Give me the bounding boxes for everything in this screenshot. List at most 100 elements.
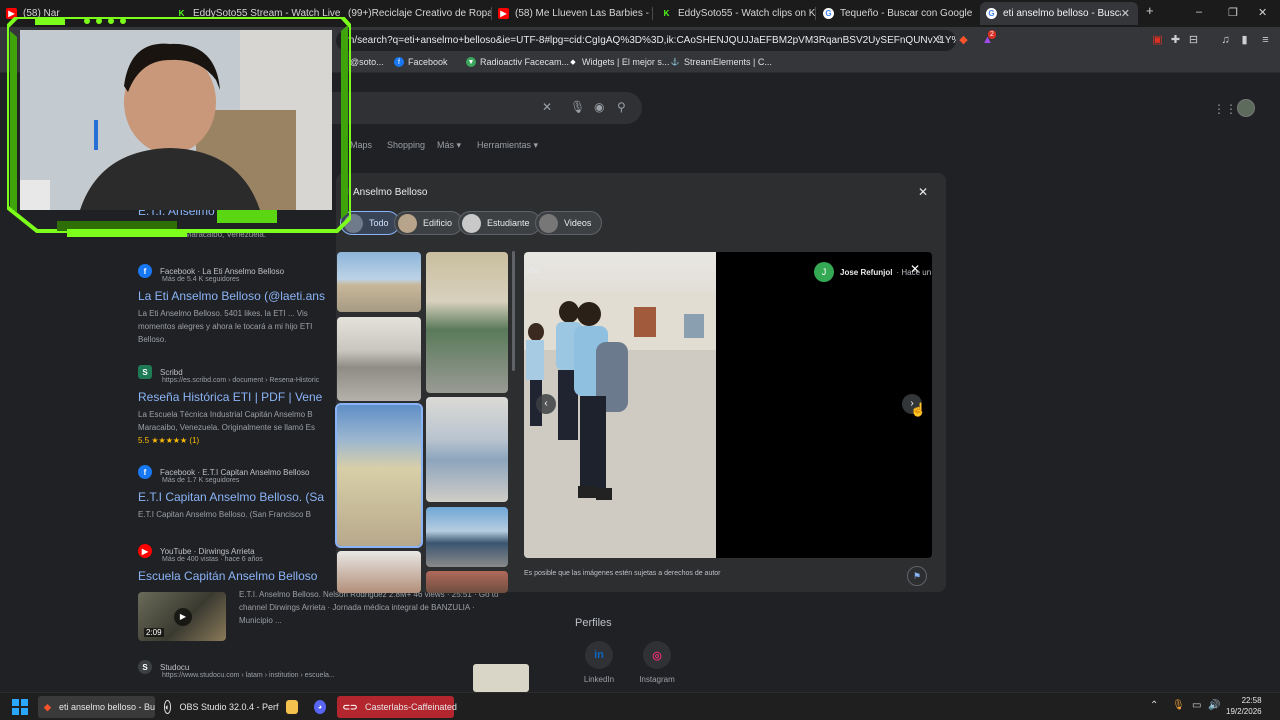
profile-label: Instagram <box>639 675 675 684</box>
taskbar-item-browser[interactable]: ◆ eti anselmo belloso - Bu <box>38 696 155 718</box>
clear-icon[interactable]: ✕ <box>542 100 552 114</box>
result-source-label: Facebook · La Eti Anselmo Belloso <box>160 266 285 276</box>
mic-icon[interactable]: 🎙 <box>570 100 585 114</box>
microphone-icon[interactable]: 🎙 <box>1172 700 1185 711</box>
result-source-sub: https://www.studocu.com › latam › instit… <box>162 672 335 679</box>
chip-avatar <box>539 213 558 233</box>
result-snippet: La Escuela Técnica Industrial Capitán An… <box>138 410 315 432</box>
image-thumbnail-selected[interactable] <box>335 403 423 548</box>
result-title[interactable]: Reseña Histórica ETI | PDF | Vene <box>138 390 328 404</box>
image-thumbnail[interactable] <box>426 571 508 593</box>
folder-icon <box>286 700 298 714</box>
discord-icon: ◕ <box>314 700 326 714</box>
tab-kick-clips[interactable]: K EddySoto55 - Watch clips on Kick <box>655 2 815 25</box>
result-thumbnail[interactable] <box>473 664 529 692</box>
taskbar-item-discord[interactable]: ◕ <box>308 696 334 718</box>
chip-estudiante[interactable]: Estudiante <box>458 211 541 235</box>
windows-taskbar: ◆ eti anselmo belloso - Bu ◐ OBS Studio … <box>0 692 1280 720</box>
taskbar-label: Casterlabs-Caffeinated <box>365 702 457 712</box>
video-duration: 2:09 <box>144 628 164 637</box>
chip-edificio[interactable]: Edificio <box>394 211 464 235</box>
close-tab-icon[interactable]: ✕ <box>1121 7 1130 20</box>
close-window-button[interactable]: ✕ <box>1258 6 1267 19</box>
result-source-label: Facebook · E.T.I Capitan Anselmo Belloso <box>160 467 310 477</box>
result-title[interactable]: La Eti Anselmo Belloso (@laeti.ans <box>138 289 328 303</box>
tab-search-icon[interactable]: ⊟ <box>1186 33 1201 48</box>
obs-icon: ◐ <box>164 700 172 714</box>
menu-icon[interactable]: ≡ <box>1258 33 1273 48</box>
result-source-sub: Más de 1.7 K seguidores <box>162 477 240 484</box>
taskbar-item-obs[interactable]: ◐ OBS Studio 32.0.4 - Perf <box>158 696 279 718</box>
volume-icon[interactable]: 🔊 <box>1208 700 1220 711</box>
taskbar-item-explorer[interactable] <box>280 696 306 718</box>
profiles-heading: Perfiles <box>575 617 612 629</box>
chip-videos[interactable]: Videos <box>535 211 603 235</box>
bookmark-facebook[interactable]: f Facebook <box>394 57 448 67</box>
result-title[interactable]: Escuela Capitán Anselmo Belloso <box>138 569 338 583</box>
image-thumbnail[interactable] <box>337 317 421 401</box>
image-thumbnail[interactable] <box>426 397 508 502</box>
report-flag-button[interactable]: ⚑ <box>907 566 927 586</box>
display-icon[interactable]: ▭ <box>1192 700 1201 711</box>
tab-google-active[interactable]: G eti anselmo belloso - Buscar con ✕ <box>980 2 1138 25</box>
profile-label: LinkedIn <box>583 675 615 684</box>
bookmark-streamelements[interactable]: ⚓ StreamElements | C... <box>670 57 772 67</box>
extensions-puzzle-icon[interactable]: ✚ <box>1168 33 1183 48</box>
chip-label: Estudiante <box>487 218 530 228</box>
result-rating: 5.5 ★★★★★ (1) <box>138 436 200 445</box>
chip-label: Todo <box>369 218 389 228</box>
image-thumbnail[interactable] <box>426 507 508 567</box>
taskbar-item-casterlabs[interactable]: ⊂⊃ Casterlabs-Caffeinated <box>337 696 457 718</box>
filter-tools[interactable]: Herramientas ▾ <box>477 140 538 151</box>
facebook-icon: f <box>394 57 404 67</box>
profile-linkedin[interactable]: in LinkedIn <box>569 641 629 684</box>
apps-grid-icon[interactable]: ⋮⋮ <box>1213 102 1237 116</box>
profile-avatar[interactable] <box>1237 99 1255 117</box>
tray-expand-icon[interactable]: ⌃ <box>1150 700 1158 711</box>
profile-instagram[interactable]: ◎ Instagram <box>627 641 687 684</box>
tab-label: EddySoto55 - Watch clips on Kick <box>678 8 815 19</box>
video-thumbnail[interactable]: ▶ 2:09 <box>138 592 226 641</box>
result-source-label: Studocu <box>160 662 190 672</box>
chip-label: Videos <box>564 218 592 228</box>
filter-shopping[interactable]: Shopping <box>387 140 425 150</box>
search-icon[interactable]: ⚲ <box>617 100 626 114</box>
rewards-badge: 2 <box>988 30 996 39</box>
minimize-button[interactable]: – <box>1196 6 1202 18</box>
tab-youtube-3[interactable]: ▶ (58) Me Llueven Las Barbies - Wood <box>492 2 652 25</box>
sidebar-icon[interactable]: ▮ <box>1237 33 1252 48</box>
copyright-notice: Es posible que las imágenes estén sujeta… <box>524 570 721 577</box>
bookmark-radioactiv[interactable]: ▼ Radioactiv Facecam... <box>466 57 569 67</box>
brave-rewards-icon[interactable]: ▲ 2 <box>980 30 996 48</box>
image-thumbnail[interactable] <box>337 551 421 593</box>
filter-maps[interactable]: Maps <box>350 140 372 150</box>
camera-icon[interactable]: ◉ <box>594 100 604 114</box>
windows-start-icon[interactable] <box>12 699 28 715</box>
youtube-icon: ▶ <box>498 8 509 19</box>
filter-more[interactable]: Más ▾ <box>437 140 461 151</box>
extension-icon[interactable]: ▣ <box>1150 33 1165 48</box>
tab-separator <box>815 7 816 20</box>
linkedin-icon: in <box>585 641 613 669</box>
result-title[interactable]: E.T.I Capitan Anselmo Belloso. (Sa <box>138 490 328 504</box>
new-tab-button[interactable]: + <box>1146 3 1154 18</box>
url-field[interactable]: m/search?q=eti+anselmo+belloso&ie=UTF-8#… <box>336 30 956 51</box>
result-snippet: E.T.I Capitan Anselmo Belloso. (San Fran… <box>138 510 311 519</box>
bookmark-label: Radioactiv Facecam... <box>480 57 570 67</box>
tab-separator <box>652 7 653 20</box>
bookmark-widgets[interactable]: ◆ Widgets | El mejor s... <box>568 57 669 67</box>
image-thumbnail[interactable] <box>426 252 508 393</box>
tab-youtube-2[interactable]: (99+)Reciclaje Creativo de Ropa Inte <box>342 2 492 25</box>
bookmark-soto[interactable]: @soto... <box>350 57 384 67</box>
tab-google-tequeno[interactable]: G Tequeño - Buscar con Google <box>817 2 977 25</box>
close-icon[interactable]: ✕ <box>918 185 928 199</box>
image-thumbnail[interactable] <box>337 252 421 312</box>
close-viewer-icon[interactable]: ✕ <box>910 262 920 276</box>
maximize-button[interactable]: ❐ <box>1228 6 1238 19</box>
music-icon[interactable]: ♫ <box>1218 33 1233 48</box>
brave-shield-icon[interactable]: ◆ <box>956 33 971 48</box>
system-clock[interactable]: 22:58 19/2/2026 <box>1226 695 1262 717</box>
share-icon[interactable]: ⇪ <box>932 33 947 48</box>
thumbnails-scrollbar[interactable] <box>512 251 515 371</box>
previous-image-button[interactable]: ‹ <box>536 394 556 414</box>
